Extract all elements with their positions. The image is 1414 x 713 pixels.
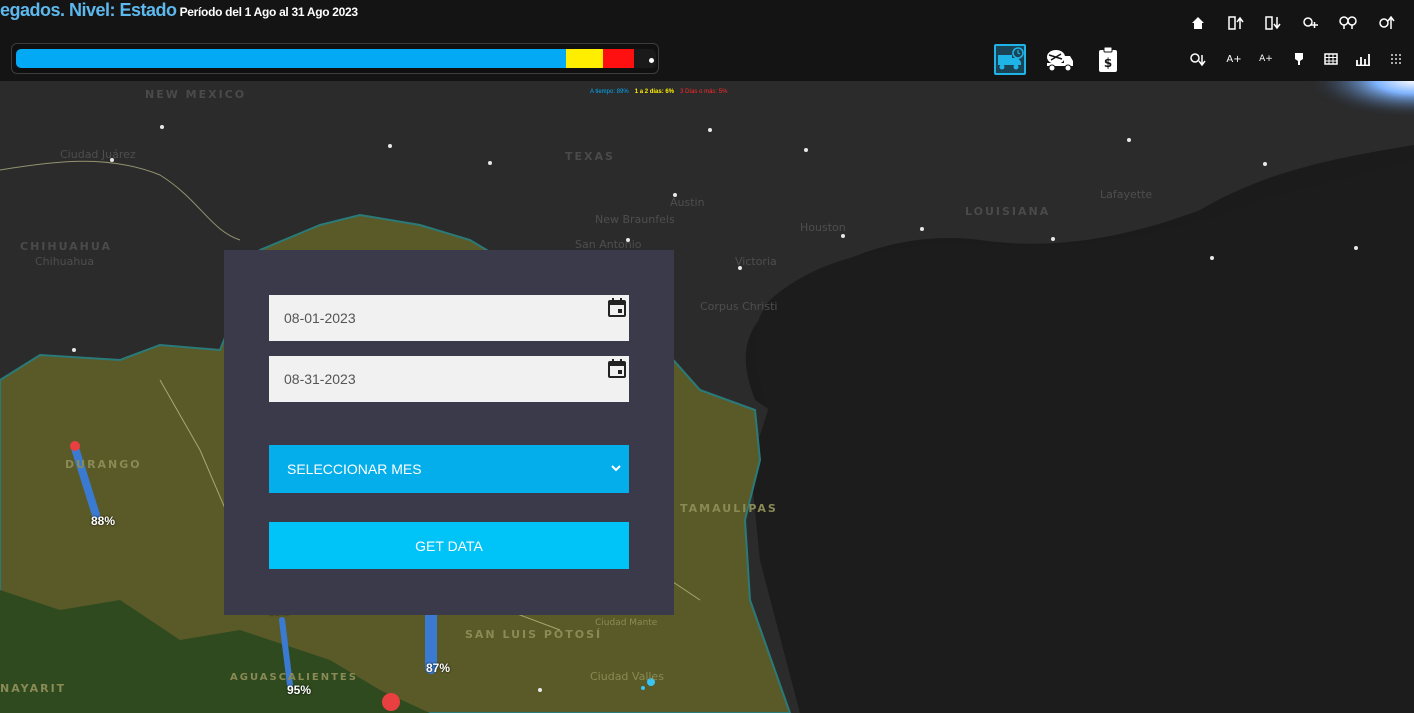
column-up-icon[interactable] [1226,15,1246,31]
page-title: egados. Nivel: Estado Período del 1 Ago a… [0,0,358,21]
bulb-icon[interactable] [1289,51,1309,67]
calendar-icon[interactable] [607,358,627,378]
city-label-victoria: Victoria [735,255,777,268]
region-label-durango: DURANGO [65,458,142,471]
title-main: egados. Nivel: Estado [0,0,177,20]
date-filter-panel: 08-01-2023 08-31-2023 SELECCIONAR MES GE… [224,250,674,615]
concrete-mixer-icon [1047,49,1073,71]
state-percentage: 87% [426,661,451,675]
progress-on-time-segment [16,49,566,68]
month-select-value: SELECCIONAR MES [287,461,422,477]
start-date-field[interactable]: 08-01-2023 [269,295,629,341]
city-label-lafayette: Lafayette [1100,188,1153,201]
column-down-icon[interactable] [1263,15,1283,31]
region-label-new-mexico: NEW MEXICO [145,88,247,101]
map[interactable] [0,0,1414,713]
region-label-tamaulipas: TAMAULIPAS [680,502,778,515]
concrete-mixer-button[interactable] [1044,44,1076,75]
region-label-texas: TEXAS [565,150,615,163]
legend-on-time: A tiempo: 89% [590,89,629,95]
clipboard-dollar-icon: $ [1099,46,1117,72]
truck-clock-icon [998,46,1024,69]
delivery-progress-bar [11,43,659,74]
chevron-down-icon [611,465,621,472]
font-increase-icon[interactable]: A+ [1224,51,1244,67]
city-label-new-braunfels: New Braunfels [595,213,675,226]
region-label-nayarit: NAYARIT [0,682,67,695]
state-percentage: 95% [287,683,312,697]
home-icon[interactable] [1188,15,1208,31]
progress-legend: A tiempo: 89% 1 a 2 días: 6% 3 Días o más:… [590,89,733,95]
end-date-field[interactable]: 08-31-2023 [269,356,629,402]
grid-icon[interactable] [1386,51,1406,67]
header-bar: egados. Nivel: Estado Período del 1 Ago a… [0,0,1414,81]
invoice-button[interactable]: $ [1094,44,1122,75]
title-period: Período del 1 Ago al 31 Ago 2023 [179,5,359,19]
progress-late-3-plus-segment [602,49,634,68]
city-label-austin: Austin [670,196,705,209]
sort-asc-icon[interactable] [1301,15,1321,31]
svg-text:$: $ [1104,56,1112,70]
city-label-houston: Houston [800,221,846,234]
font-decrease-icon[interactable]: A+ [1256,51,1276,67]
region-label-aguascalientes: AGUASCALIENTES [230,672,358,683]
progress-end-dot [649,58,654,63]
legend-late-3-plus: 3 Días o más: 5% [680,89,728,95]
zoom-out-icon[interactable] [1188,51,1208,67]
get-data-button[interactable]: GET DATA [269,522,629,569]
city-label-ciudad-mante: Ciudad Mante [595,618,658,628]
region-label-chihuahua: CHIHUAHUA [20,240,112,253]
sort-desc-icon[interactable] [1377,15,1397,31]
region-label-louisiana: LOUISIANA [965,205,1051,218]
legend-late-1-2: 1 a 2 días: 6% [634,89,675,95]
city-label-chihuahua: Chihuahua [35,255,95,268]
progress-track [16,49,656,68]
filter-icon[interactable] [1338,15,1358,31]
table-icon[interactable] [1321,51,1341,67]
calendar-icon[interactable] [607,297,627,317]
end-date-value: 08-31-2023 [284,371,356,387]
month-select[interactable]: SELECCIONAR MES [269,445,629,493]
region-label-san-luis-potosi: SAN LUIS POTOSÍ [465,628,603,641]
city-label-corpus-christi: Corpus Christi [700,300,778,313]
delivery-schedule-button[interactable] [994,44,1026,75]
city-label-ciudad-juarez: Ciudad Juárez [60,148,136,161]
bar-chart-icon[interactable] [1353,51,1373,67]
progress-late-1-2-segment [565,49,603,68]
city-label-ciudad-valles: Ciudad Valles [590,670,664,683]
start-date-value: 08-01-2023 [284,310,356,326]
state-percentage: 88% [91,514,116,528]
